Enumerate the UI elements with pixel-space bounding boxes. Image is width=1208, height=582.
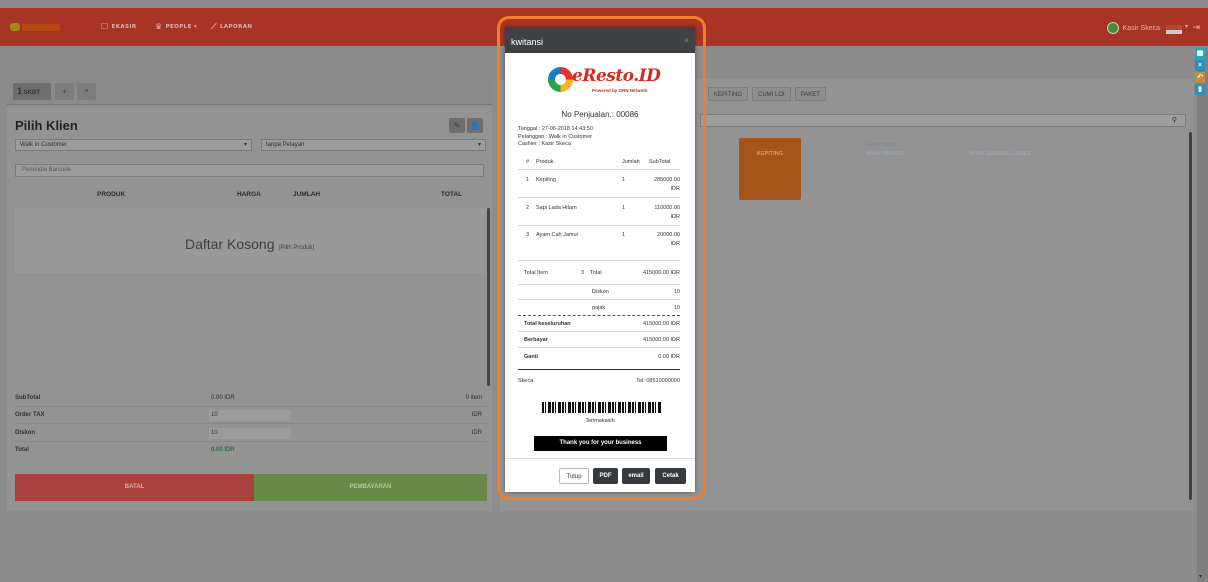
pajak-label: pajak <box>592 305 606 311</box>
cart-scrollbar[interactable] <box>487 208 490 386</box>
summary-subtotal: SubTotal 0.00 IDR 0 item <box>15 391 486 407</box>
product-search-input[interactable]: ⚲ <box>700 114 1186 127</box>
nav-people[interactable]: ♛ PEOPLE ▾ <box>155 22 197 31</box>
close-icon[interactable]: × <box>1195 60 1205 71</box>
product-tile-ayam-goreng-lemes[interactable]: AYAM GORENG LEMES <box>969 138 1031 200</box>
product-tile-kepiting[interactable]: KEPITING <box>739 138 801 200</box>
grand-total-label: Total keseluruhan <box>524 321 571 327</box>
summary-total: Total 0.00 IDR <box>15 447 235 453</box>
total-item-count: 3 <box>581 270 585 276</box>
product-tile-ayam-penyet[interactable]: Ayam penyet AYAM PENYET <box>854 138 916 200</box>
email-button[interactable]: email <box>622 468 650 484</box>
diskon-value: 10 <box>673 289 680 295</box>
sale-tabs-bar: 1 SKBT + × <box>7 79 492 105</box>
col-jumlah: JUMLAH <box>293 191 321 198</box>
page-scrollbar[interactable]: ▾ <box>1197 48 1208 582</box>
payment-button[interactable]: PEMBAYARAN <box>254 474 487 501</box>
cart-icon: ☐ <box>101 22 109 31</box>
order-tax-input[interactable] <box>209 410 291 421</box>
summary-diskon: Diskon 10 IDR <box>15 426 486 442</box>
product-scrollbar[interactable] <box>1189 132 1192 500</box>
people-icon: ♛ <box>155 22 163 31</box>
undo-icon[interactable]: ↶ <box>1195 72 1205 83</box>
close-icon[interactable]: × <box>684 35 689 45</box>
edit-customer-button[interactable]: ✎ <box>449 118 465 133</box>
nav-laporan[interactable]: ⟋ LAPORAN <box>211 22 252 32</box>
close-button[interactable]: Tutup <box>559 468 589 484</box>
empty-cart-message: Daftar Kosong (Pilih Produk) <box>185 236 315 252</box>
add-customer-button[interactable]: 👤 <box>467 118 483 133</box>
grand-total-value: 415000.00 IDR <box>643 321 680 327</box>
receipt-info: Tanggal : 27-06-2018 14:43:50 Pelanggan … <box>518 126 593 147</box>
bookmark-icon[interactable]: ▮ <box>1195 84 1205 95</box>
tab-kepiting[interactable]: KEPITING <box>708 87 749 101</box>
user-menu[interactable]: Kasir Skeca <box>1106 22 1160 34</box>
col-jumlah: Jumlah <box>622 159 640 165</box>
diskon-label: Diskon <box>592 289 609 295</box>
side-shortcuts: ▦ × ↶ ▮ <box>1195 48 1205 96</box>
sale-number: No Penjualan.: 00086 <box>561 110 639 119</box>
col-produk: PRODUK <box>97 191 126 198</box>
store-phone: Tel: 08510000000 <box>636 378 680 384</box>
language-flag-icon[interactable] <box>1166 25 1182 34</box>
total-value: 415000.00 IDR <box>643 270 680 276</box>
page-title: Pilih Klien <box>15 118 78 133</box>
cancel-button[interactable]: BATAL <box>15 474 254 501</box>
modal-header: kwitansi × <box>505 27 695 53</box>
sale-tab-1[interactable]: 1 SKBT <box>13 83 51 100</box>
discount-input[interactable] <box>209 428 291 439</box>
paid-value: 415000.00 IDR <box>643 337 680 343</box>
chart-icon: ⟋ <box>211 22 217 31</box>
app-logo[interactable] <box>10 21 62 33</box>
user-name: Kasir Skeca <box>1122 24 1160 32</box>
thanks-banner: Thank you for your business <box>534 436 667 451</box>
barcode-input[interactable]: Pemindai Barcode <box>15 164 484 177</box>
category-tabs: KEPITING CUMI LOI PAKET <box>708 87 826 101</box>
logout-icon[interactable]: ⇥ <box>1192 22 1200 33</box>
modal-title: kwitansi <box>511 37 544 47</box>
col-subtotal: SubTotal <box>649 159 671 165</box>
close-tab-button[interactable]: × <box>77 83 96 100</box>
pdf-button[interactable]: PDF <box>593 468 618 484</box>
store-name: Skeca <box>518 378 534 384</box>
change-label: Ganti <box>524 354 539 360</box>
add-tab-button[interactable]: + <box>55 83 74 100</box>
chevron-down-icon: ▾ <box>1199 574 1203 580</box>
tab-paket[interactable]: PAKET <box>794 87 826 101</box>
calculator-icon[interactable]: ▦ <box>1195 48 1205 59</box>
col-total: TOTAL <box>441 191 463 198</box>
avatar <box>1106 22 1119 34</box>
thanks-text: Terimakasih <box>585 418 615 424</box>
col-produk: Produk <box>536 159 554 165</box>
search-icon: ⚲ <box>1171 117 1177 124</box>
summary-order-tax: Order TAX 10 IDR <box>15 408 486 424</box>
customer-select[interactable]: Walk in Customer ▾ <box>15 139 252 151</box>
eresto-logo: eResto.ID Powered by GRN Network <box>548 65 661 97</box>
nav-ekasir[interactable]: ☐ EKASIR <box>101 22 137 31</box>
waiter-select[interactable]: tanpa Pelayan ▾ <box>261 139 486 151</box>
paid-label: Berbayar <box>524 337 548 343</box>
receipt-modal: kwitansi × eResto.ID Powered by GRN Netw… <box>505 27 695 492</box>
col-no: # <box>526 159 530 165</box>
tab-cumi-loi[interactable]: CUMI LOI <box>752 87 791 101</box>
chevron-down-icon[interactable]: ▾ <box>1185 23 1188 30</box>
receipt-barcode <box>542 402 662 413</box>
change-value: 0.00 IDR <box>658 354 680 360</box>
chevron-down-icon: ▾ <box>477 142 481 148</box>
col-harga: HARGA <box>237 191 261 198</box>
chevron-down-icon: ▾ <box>243 142 247 148</box>
total-item-label: Total Item <box>524 270 548 276</box>
print-button[interactable]: Cetak <box>655 468 686 484</box>
pajak-value: 10 <box>673 305 680 311</box>
total-label: Total <box>590 270 602 276</box>
